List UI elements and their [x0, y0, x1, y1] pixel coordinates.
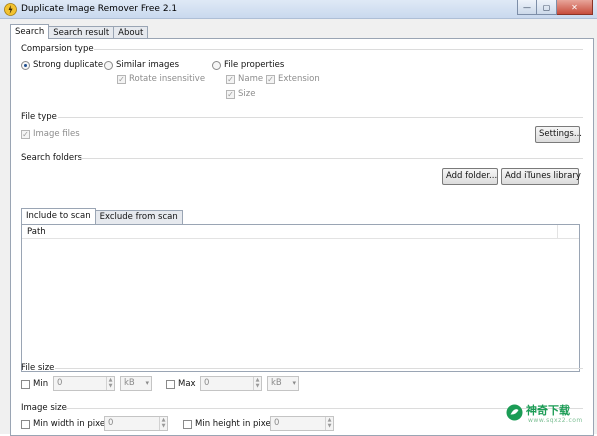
file-properties-label: File properties	[224, 60, 285, 70]
chevron-down-icon: ▾	[145, 379, 149, 387]
check-icon: ✓	[226, 74, 235, 84]
min-height-input[interactable]: 0 ▲ ▼	[270, 416, 334, 431]
min-width-input[interactable]: 0 ▲ ▼	[104, 416, 168, 431]
spin-arrows-icon[interactable]: ▲ ▼	[106, 377, 114, 390]
app-icon	[4, 3, 17, 16]
max-size-input[interactable]: 0 ▲ ▼	[200, 376, 262, 391]
name-checkbox[interactable]: ✓ Name	[226, 74, 263, 84]
window-client: Search Search result About Comparsion ty…	[0, 19, 597, 436]
folder-list[interactable]: Path	[21, 224, 580, 372]
min-width-label: Min width in pixel	[33, 419, 108, 429]
column-separator	[557, 225, 558, 239]
rotate-insensitive-label: Rotate insensitive	[129, 74, 206, 84]
strong-duplicate-radio[interactable]: Strong duplicate	[21, 60, 103, 70]
check-icon: ✓	[226, 89, 235, 99]
group-divider	[55, 368, 583, 369]
maximize-button[interactable]: ▢	[537, 0, 557, 15]
group-divider	[94, 49, 583, 50]
min-size-value: 0	[57, 378, 63, 388]
min-size-label: Min	[33, 379, 49, 389]
checkbox-icon	[21, 419, 30, 429]
image-files-checkbox[interactable]: ✓ Image files	[21, 129, 80, 139]
min-size-unit-select[interactable]: kB ▾	[120, 376, 152, 391]
max-size-checkbox[interactable]: Max	[166, 379, 196, 389]
close-button[interactable]: ✕	[557, 0, 593, 15]
comparison-type-title: Comparsion type	[21, 44, 94, 54]
add-folder-button[interactable]: Add folder...	[442, 168, 498, 185]
check-icon: ✓	[117, 74, 126, 84]
radio-icon	[212, 60, 221, 70]
min-size-unit: kB	[124, 378, 135, 388]
scan-tabs: Include to scan Exclude from scan	[21, 208, 183, 224]
check-icon: ✓	[266, 74, 275, 84]
image-size-title: Image size	[21, 403, 67, 413]
window-title: Duplicate Image Remover Free 2.1	[21, 4, 178, 14]
tab-include-to-scan[interactable]: Include to scan	[21, 208, 96, 224]
min-width-value: 0	[108, 418, 114, 428]
max-size-label: Max	[178, 379, 196, 389]
similar-images-label: Similar images	[116, 60, 180, 70]
add-itunes-library-button[interactable]: Add iTunes library	[501, 168, 581, 185]
spin-arrows-icon[interactable]: ▲ ▼	[253, 377, 261, 390]
file-size-title: File size	[21, 363, 55, 373]
spin-arrows-icon[interactable]: ▲ ▼	[325, 417, 333, 430]
watermark-url: www.sqxz2.com	[528, 417, 583, 424]
search-folders-title: Search folders	[21, 153, 83, 163]
settings-button[interactable]: Settings...	[535, 126, 582, 143]
group-divider	[80, 158, 583, 159]
minimize-button[interactable]: —	[517, 0, 537, 15]
leaf-icon	[506, 404, 523, 421]
checkbox-icon	[183, 419, 192, 429]
spin-arrows-icon[interactable]: ▲ ▼	[159, 417, 167, 430]
checkbox-icon	[21, 379, 30, 389]
column-path[interactable]: Path	[27, 227, 46, 237]
title-bar[interactable]: Duplicate Image Remover Free 2.1 — ▢ ✕	[0, 0, 597, 19]
rotate-insensitive-checkbox[interactable]: ✓ Rotate insensitive	[117, 74, 205, 84]
name-label: Name	[238, 74, 264, 84]
extension-checkbox[interactable]: ✓ Extension	[266, 74, 320, 84]
size-checkbox[interactable]: ✓ Size	[226, 89, 255, 99]
extension-label: Extension	[278, 74, 320, 84]
size-label: Size	[238, 89, 256, 99]
group-divider	[58, 117, 583, 118]
min-width-checkbox[interactable]: Min width in pixel	[21, 419, 107, 429]
main-tabs: Search Search result About	[10, 24, 149, 39]
checkbox-icon	[166, 379, 175, 389]
file-type-title: File type	[21, 112, 57, 122]
max-size-unit: kB	[271, 378, 282, 388]
image-files-label: Image files	[33, 129, 80, 139]
min-height-value: 0	[274, 418, 280, 428]
watermark-text: 神奇下载	[526, 404, 570, 417]
min-size-checkbox[interactable]: Min	[21, 379, 48, 389]
watermark-logo: 神奇下载 www.sqxz2.com	[506, 402, 588, 428]
min-height-label: Min height in pixel	[195, 419, 274, 429]
strong-duplicate-label: Strong duplicate	[33, 60, 104, 70]
similar-images-radio[interactable]: Similar images	[104, 60, 179, 70]
min-height-checkbox[interactable]: Min height in pixel	[183, 419, 273, 429]
max-size-unit-select[interactable]: kB ▾	[267, 376, 299, 391]
file-properties-radio[interactable]: File properties	[212, 60, 284, 70]
check-icon: ✓	[21, 129, 30, 139]
max-size-value: 0	[204, 378, 210, 388]
radio-icon	[104, 60, 113, 70]
tab-search[interactable]: Search	[10, 24, 50, 39]
tab-exclude-from-scan[interactable]: Exclude from scan	[94, 210, 183, 224]
chevron-down-icon: ▾	[292, 379, 296, 387]
window-controls: — ▢ ✕	[517, 0, 593, 16]
min-size-input[interactable]: 0 ▲ ▼	[53, 376, 115, 391]
radio-selected-icon	[21, 60, 30, 70]
list-header: Path	[22, 225, 579, 239]
